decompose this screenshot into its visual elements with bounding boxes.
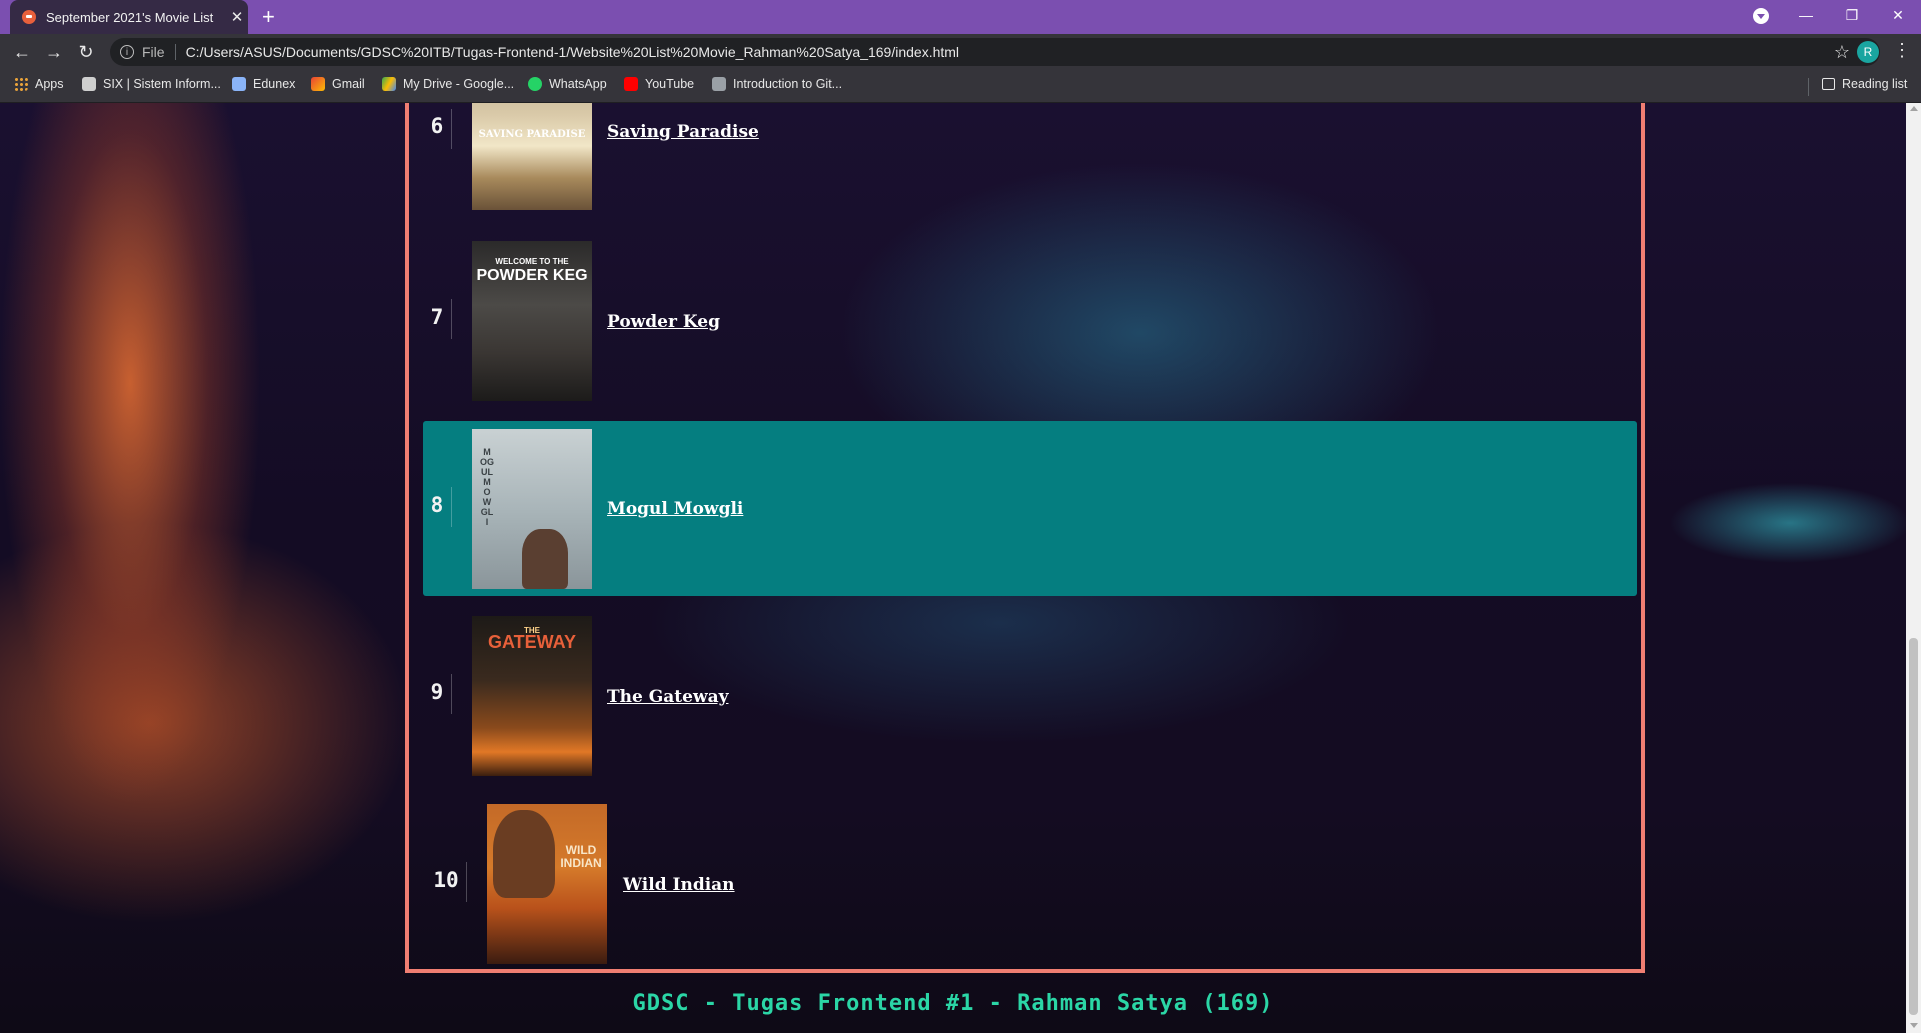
poster-wild-indian[interactable]: WILD INDIAN: [487, 804, 607, 964]
bookmark-edunex[interactable]: Edunex: [232, 77, 295, 91]
tab-search-icon[interactable]: [1753, 8, 1769, 24]
poster-title: SAVING PARADISE: [478, 129, 586, 140]
movie-rank: 6: [430, 114, 444, 138]
forward-arrow-icon[interactable]: →: [40, 38, 68, 66]
bookmark-whatsapp[interactable]: WhatsApp: [528, 77, 607, 91]
scroll-up-arrow-icon[interactable]: [1910, 106, 1918, 111]
apps-grid-icon: [14, 77, 28, 91]
close-window-icon[interactable]: ✕: [1875, 0, 1921, 30]
tab-title: September 2021's Movie List: [46, 9, 214, 25]
bookmark-label: WhatsApp: [549, 77, 607, 91]
page-viewport: 6 SAVING PARADISE Saving Paradise 7 WELC…: [0, 103, 1906, 1033]
movie-title-link[interactable]: Saving Paradise: [607, 122, 759, 142]
gmail-icon: [311, 77, 325, 91]
poster-title: MOGUL MOWGLI: [480, 447, 495, 527]
address-url[interactable]: C:/Users/ASUS/Documents/GDSC%20ITB/Tugas…: [186, 44, 959, 60]
poster-title: WILD INDIAN: [560, 843, 602, 870]
edunex-icon: [232, 77, 246, 91]
close-tab-icon[interactable]: ✕: [226, 8, 248, 26]
movie-rank: 8: [430, 493, 444, 517]
movie-row: [423, 188, 1637, 363]
rank-divider: [451, 674, 452, 714]
movie-title-link[interactable]: Mogul Mowgli: [607, 499, 743, 519]
bookmarks-bar: Apps SIX | Sistem Inform... Edunex Gmail…: [0, 70, 1921, 103]
git-page-icon: [712, 77, 726, 91]
bookmark-my-drive[interactable]: My Drive - Google...: [382, 77, 514, 91]
browser-menu-icon[interactable]: ⋮: [1893, 40, 1911, 61]
google-drive-icon: [382, 77, 396, 91]
scroll-thumb[interactable]: [1909, 638, 1918, 1015]
page-scrollbar[interactable]: [1906, 103, 1921, 1033]
reload-icon[interactable]: ↻: [72, 38, 100, 66]
reading-list-label: Reading list: [1842, 77, 1908, 91]
page-favicon-icon: [22, 10, 36, 24]
poster-the-gateway[interactable]: THE GATEWAY: [472, 616, 592, 776]
rank-divider: [451, 109, 452, 149]
poster-title: GATEWAY: [487, 632, 576, 652]
movie-row: [423, 598, 1637, 773]
movie-title-link[interactable]: Powder Keg: [607, 312, 720, 332]
bookmark-star-icon[interactable]: ☆: [1834, 42, 1850, 63]
reading-list-button[interactable]: Reading list: [1822, 77, 1907, 91]
bookmark-six[interactable]: SIX | Sistem Inform...: [82, 77, 221, 91]
rank-divider: [451, 487, 452, 527]
bookmark-apps[interactable]: Apps: [14, 77, 64, 91]
back-arrow-icon[interactable]: ←: [8, 38, 36, 66]
minimize-icon[interactable]: —: [1783, 0, 1829, 30]
bookmark-gmail[interactable]: Gmail: [311, 77, 365, 91]
poster-portrait: [493, 810, 555, 898]
bookmark-label: Apps: [35, 77, 64, 91]
poster-portrait: [522, 529, 568, 589]
poster-kicker: WELCOME TO THE: [495, 257, 569, 266]
browser-toolbar: ← → ↻ i File C:/Users/ASUS/Documents/GDS…: [0, 34, 1921, 70]
site-info-icon[interactable]: i: [120, 45, 134, 59]
movie-title-link[interactable]: The Gateway: [607, 687, 728, 707]
bookmark-label: Gmail: [332, 77, 365, 91]
bookmarks-divider: [1808, 78, 1809, 96]
bookmark-label: Edunex: [253, 77, 296, 91]
address-scheme-label: File: [142, 44, 176, 60]
browser-tab[interactable]: September 2021's Movie List ✕: [10, 0, 248, 34]
reading-list-icon: [1822, 78, 1835, 90]
page-footer: GDSC - Tugas Frontend #1 - Rahman Satya …: [632, 991, 1274, 1016]
movie-rank: 7: [430, 305, 444, 329]
movie-rank: 10: [433, 868, 459, 892]
browser-tabstrip: September 2021's Movie List ✕ + — ❐ ✕: [0, 0, 1921, 34]
new-tab-button[interactable]: +: [262, 4, 275, 30]
movie-row-active[interactable]: [423, 421, 1637, 596]
bookmark-youtube[interactable]: YouTube: [624, 77, 694, 91]
movie-rank: 9: [430, 680, 444, 704]
six-itb-icon: [82, 77, 96, 91]
bookmark-label: My Drive - Google...: [403, 77, 515, 91]
address-bar[interactable]: i File C:/Users/ASUS/Documents/GDSC%20IT…: [110, 38, 1880, 66]
bookmark-label: Introduction to Git...: [733, 77, 843, 91]
poster-mogul-mowgli[interactable]: MOGUL MOWGLI: [472, 429, 592, 589]
rank-divider: [466, 862, 467, 902]
scroll-down-arrow-icon[interactable]: [1910, 1023, 1918, 1028]
bookmark-intro-git[interactable]: Introduction to Git...: [712, 77, 842, 91]
movie-title-link[interactable]: Wild Indian: [623, 875, 735, 895]
rank-divider: [451, 299, 452, 339]
restore-icon[interactable]: ❐: [1829, 0, 1875, 30]
youtube-icon: [624, 77, 638, 91]
whatsapp-icon: [528, 77, 542, 91]
poster-title: POWDER KEG: [476, 267, 588, 284]
poster-powder-keg[interactable]: WELCOME TO THE POWDER KEG: [472, 241, 592, 401]
bookmark-label: YouTube: [645, 77, 695, 91]
profile-avatar[interactable]: R: [1857, 41, 1879, 63]
bookmark-label: SIX | Sistem Inform...: [103, 77, 221, 91]
